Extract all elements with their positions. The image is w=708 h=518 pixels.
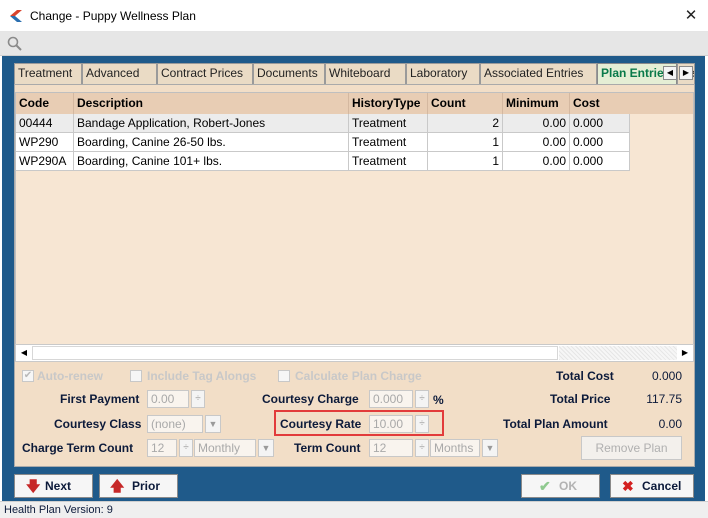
- tab-whiteboard[interactable]: Whiteboard: [325, 63, 406, 84]
- prior-button[interactable]: 🡅 Prior: [99, 474, 178, 498]
- table-row[interactable]: WP290 Boarding, Canine 26-50 lbs. Treatm…: [16, 133, 693, 152]
- scroll-right-icon[interactable]: ▶: [679, 347, 691, 359]
- column-header-historytype[interactable]: HistoryType: [349, 93, 428, 114]
- cancel-button[interactable]: ✖ Cancel: [610, 474, 694, 498]
- ok-button[interactable]: ✔ OK: [521, 474, 600, 498]
- cell-code: WP290A: [16, 152, 74, 171]
- search-icon[interactable]: [6, 35, 24, 53]
- auto-renew-checkbox[interactable]: ✔: [22, 370, 34, 382]
- tab-treatment[interactable]: Treatment: [14, 63, 82, 84]
- term-count-label: Term Count: [294, 441, 361, 455]
- scroll-left-icon[interactable]: ◀: [18, 347, 30, 359]
- courtesy-charge-input[interactable]: 0.000: [369, 390, 413, 408]
- cell-historytype: Treatment: [349, 114, 428, 133]
- column-header-count[interactable]: Count: [428, 93, 503, 114]
- next-button-label: Next: [45, 479, 72, 493]
- courtesy-charge-spinner-icon[interactable]: ÷: [415, 390, 429, 408]
- total-cost-value: 0.000: [651, 369, 682, 383]
- cancel-button-label: Cancel: [642, 479, 682, 493]
- charge-term-count-input[interactable]: 12: [147, 439, 177, 457]
- arrow-up-icon: 🡅: [110, 478, 125, 494]
- courtesy-class-select[interactable]: (none): [147, 415, 203, 433]
- checkmark-icon: ✔: [539, 478, 551, 494]
- arrow-down-icon: 🡇: [26, 478, 41, 494]
- charge-term-period-select[interactable]: Monthly: [194, 439, 256, 457]
- term-count-spinner-icon[interactable]: ÷: [415, 439, 429, 457]
- total-plan-amount-label: Total Plan Amount: [503, 417, 608, 431]
- total-plan-amount-value: 0.00: [658, 417, 682, 431]
- cell-historytype: Treatment: [349, 152, 428, 171]
- column-header-minimum[interactable]: Minimum: [503, 93, 570, 114]
- grid-header: Code Description HistoryType Count Minim…: [16, 93, 693, 114]
- charge-term-count-spinner-icon[interactable]: ÷: [179, 439, 193, 457]
- cell-count: 1: [428, 152, 503, 171]
- include-tag-alongs-checkbox[interactable]: [130, 370, 142, 382]
- charge-term-count-label: Charge Term Count: [22, 441, 134, 455]
- first-payment-input[interactable]: 0.00: [147, 390, 189, 408]
- cell-count: 2: [428, 114, 503, 133]
- x-icon: ✖: [622, 478, 634, 494]
- courtesy-rate-spinner-icon[interactable]: ÷: [415, 415, 429, 433]
- title-bar: Change - Puppy Wellness Plan ✕: [0, 0, 708, 32]
- chevron-down-icon[interactable]: ▼: [205, 415, 221, 433]
- cell-description: Boarding, Canine 26-50 lbs.: [74, 133, 349, 152]
- cell-minimum: 0.00: [503, 114, 570, 133]
- prior-button-label: Prior: [132, 479, 161, 493]
- toolstrip: [0, 32, 708, 56]
- column-header-description[interactable]: Description: [74, 93, 349, 114]
- total-cost-label: Total Cost: [556, 369, 614, 383]
- calculate-plan-charge-checkbox[interactable]: [278, 370, 290, 382]
- table-row[interactable]: WP290A Boarding, Canine 101+ lbs. Treatm…: [16, 152, 693, 171]
- plan-entries-grid: Code Description HistoryType Count Minim…: [15, 92, 694, 362]
- tab-advanced[interactable]: Advanced: [82, 63, 157, 84]
- tab-scroll-left-icon[interactable]: ◀: [663, 66, 677, 80]
- app-logo-icon: [10, 10, 22, 22]
- next-button[interactable]: 🡇 Next: [14, 474, 93, 498]
- chevron-down-icon[interactable]: ▼: [482, 439, 498, 457]
- cell-description: Bandage Application, Robert-Jones: [74, 114, 349, 133]
- chevron-down-icon[interactable]: ▼: [258, 439, 274, 457]
- cell-cost: 0.000: [570, 114, 630, 133]
- scrollbar-track[interactable]: [559, 346, 677, 360]
- cell-code: WP290: [16, 133, 74, 152]
- first-payment-label: First Payment: [60, 392, 140, 406]
- cell-cost: 0.000: [570, 152, 630, 171]
- status-bar: Health Plan Version: 9: [0, 501, 708, 518]
- calculate-plan-charge-label: Calculate Plan Charge: [295, 369, 422, 383]
- cell-cost: 0.000: [570, 133, 630, 152]
- cell-minimum: 0.00: [503, 133, 570, 152]
- table-row[interactable]: 00444 Bandage Application, Robert-Jones …: [16, 114, 693, 133]
- column-header-code[interactable]: Code: [16, 93, 74, 114]
- cell-minimum: 0.00: [503, 152, 570, 171]
- tab-scroll-right-icon[interactable]: ▶: [679, 66, 693, 80]
- term-count-input[interactable]: 12: [369, 439, 413, 457]
- courtesy-charge-label: Courtesy Charge: [262, 392, 359, 406]
- window-title: Change - Puppy Wellness Plan: [30, 9, 196, 23]
- close-icon[interactable]: ✕: [674, 0, 708, 32]
- total-price-label: Total Price: [550, 392, 611, 406]
- auto-renew-label: Auto-renew: [37, 369, 103, 383]
- courtesy-rate-input[interactable]: 10.00: [369, 415, 413, 433]
- first-payment-spinner-icon[interactable]: ÷: [191, 390, 205, 408]
- include-tag-alongs-label: Include Tag Alongs: [147, 369, 257, 383]
- tab-contract-prices[interactable]: Contract Prices: [157, 63, 253, 84]
- ok-button-label: OK: [559, 479, 577, 493]
- grid-horizontal-scrollbar[interactable]: ◀ ▶: [15, 344, 694, 362]
- tab-laboratory[interactable]: Laboratory: [406, 63, 480, 84]
- courtesy-rate-label: Courtesy Rate: [280, 417, 362, 431]
- tab-strip: Treatment Advanced Contract Prices Docum…: [14, 63, 695, 84]
- cell-historytype: Treatment: [349, 133, 428, 152]
- courtesy-charge-percent: %: [433, 393, 444, 407]
- tab-associated-entries[interactable]: Associated Entries: [480, 63, 597, 84]
- cell-description: Boarding, Canine 101+ lbs.: [74, 152, 349, 171]
- cell-count: 1: [428, 133, 503, 152]
- scrollbar-thumb[interactable]: [32, 346, 558, 360]
- column-header-cost[interactable]: Cost: [570, 93, 693, 114]
- tab-documents[interactable]: Documents: [253, 63, 325, 84]
- total-price-value: 117.75: [646, 392, 682, 406]
- remove-plan-button[interactable]: Remove Plan: [581, 436, 682, 460]
- courtesy-class-label: Courtesy Class: [54, 417, 142, 431]
- term-period-select[interactable]: Months: [430, 439, 480, 457]
- cell-code: 00444: [16, 114, 74, 133]
